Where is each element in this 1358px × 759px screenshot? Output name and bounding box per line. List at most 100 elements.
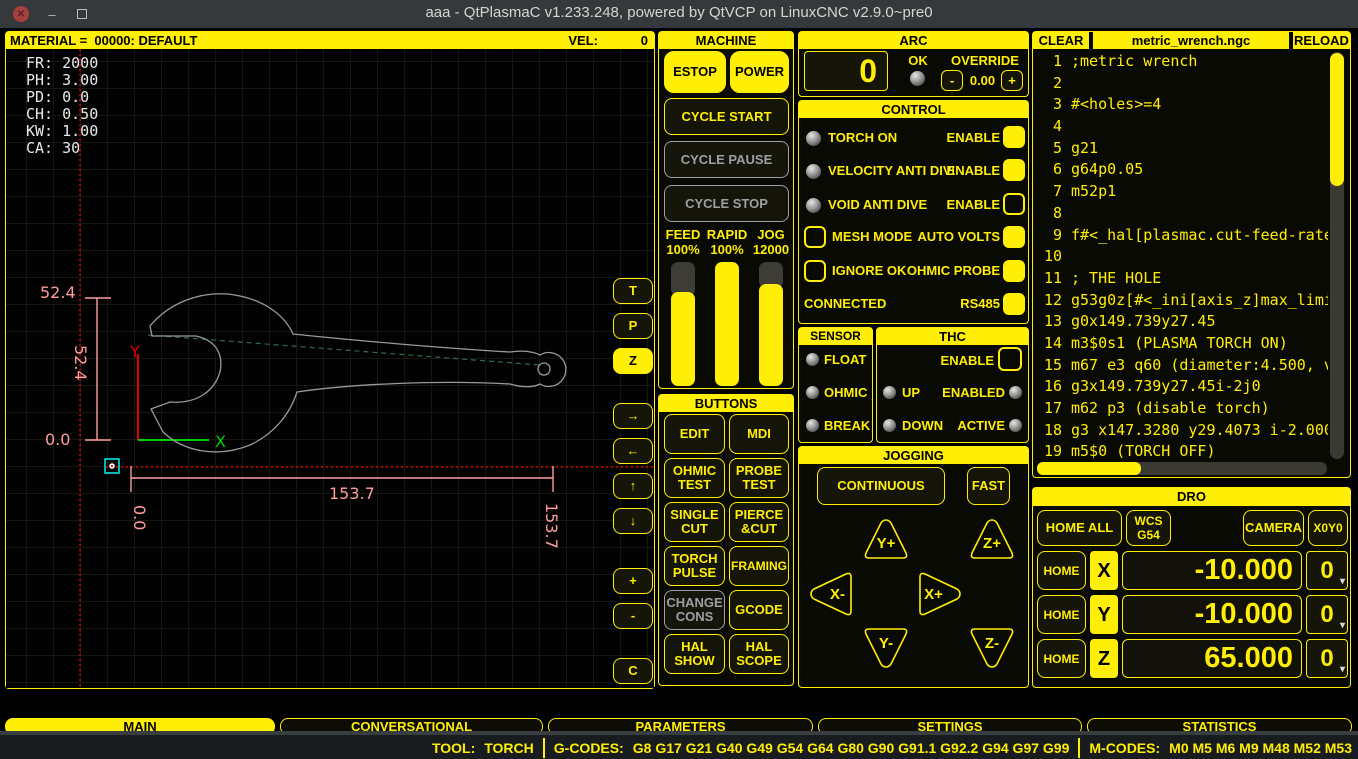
z-zero-label: 0 <box>1320 652 1333 666</box>
ohmic-test-button[interactable]: OHMIC TEST <box>664 458 725 498</box>
jog-z-minus-label: Z- <box>985 635 999 652</box>
zoom-in-button[interactable]: + <box>613 568 653 594</box>
jog-fast-button[interactable]: FAST <box>967 467 1010 505</box>
x0y0-button[interactable]: X0Y0 <box>1308 510 1348 546</box>
buttons-panel-header: BUTTONS <box>659 395 793 412</box>
gcode-line[interactable]: 12g53g0z[#<_ini[axis_z]max_limi <box>1038 290 1328 312</box>
view-perspective-button[interactable]: P <box>613 313 653 339</box>
x-zero-button[interactable]: 0 ▾ <box>1306 551 1348 590</box>
gcode-vertical-scrollbar[interactable] <box>1330 52 1344 459</box>
mdi-button[interactable]: MDI <box>729 414 789 454</box>
gcode-clear-button[interactable]: CLEAR <box>1033 32 1091 49</box>
gcode-line[interactable]: 16g3x149.739y27.45i-2j0 <box>1038 376 1328 398</box>
gcode-button[interactable]: GCODE <box>729 590 789 630</box>
view-z-button[interactable]: Z <box>613 348 653 374</box>
material-bar[interactable]: MATERIAL = 00000: DEFAULT VEL: 0 <box>6 32 654 49</box>
jog-slider[interactable] <box>759 262 783 386</box>
gcode-line[interactable]: 2 <box>1038 73 1328 95</box>
wcs-button[interactable]: WCS G54 <box>1126 510 1171 546</box>
gcode-vertical-scrollbar-thumb[interactable] <box>1330 53 1344 186</box>
gcode-line[interactable]: 3#<holes>=4 <box>1038 94 1328 116</box>
jog-y-plus-button[interactable]: Y+ <box>863 517 909 561</box>
view-top-button[interactable]: T <box>613 278 653 304</box>
home-x-button[interactable]: HOME <box>1037 551 1086 590</box>
single-cut-button[interactable]: SINGLE CUT <box>664 502 725 542</box>
gcode-line[interactable]: 14m3$0s1 (PLASMA TORCH ON) <box>1038 333 1328 355</box>
gcode-line[interactable]: 11; THE HOLE <box>1038 268 1328 290</box>
gcode-line[interactable]: 13g0x149.739y27.45 <box>1038 311 1328 333</box>
cycle-pause-button[interactable]: CYCLE PAUSE <box>664 141 789 178</box>
jog-z-minus-button[interactable]: Z- <box>969 626 1015 670</box>
jog-y-plus-label: Y+ <box>877 535 896 552</box>
y-zero-button[interactable]: 0 ▾ <box>1306 595 1348 634</box>
torch-enable-checkbox[interactable] <box>1003 126 1025 148</box>
gcode-line[interactable]: 15m67 e3 q60 (diameter:4.500, v <box>1038 355 1328 377</box>
dimension-lines <box>85 298 553 492</box>
ignore-ok-checkbox[interactable] <box>804 260 826 282</box>
arc-override-plus-button[interactable]: + <box>1001 70 1023 91</box>
zoom-out-button[interactable]: - <box>613 603 653 629</box>
gcode-line[interactable]: 19m5$0 (TORCH OFF) <box>1038 441 1328 462</box>
thc-enable-checkbox[interactable] <box>998 347 1022 371</box>
jog-y-minus-button[interactable]: Y- <box>863 626 909 670</box>
gcode-line[interactable]: 4 <box>1038 116 1328 138</box>
framing-button[interactable]: FRAMING <box>729 546 789 586</box>
pan-down-button[interactable]: ↓ <box>613 508 653 534</box>
edit-button[interactable]: EDIT <box>664 414 725 454</box>
pan-left-button[interactable]: ← <box>613 438 653 464</box>
rapid-slider[interactable] <box>715 262 739 386</box>
gcode-preview-canvas[interactable]: FR: 2000 PH: 3.00 PD: 0.0 CH: 0.50 KW: 1… <box>6 49 654 688</box>
gcode-line-text: g0x149.739y27.45 <box>1071 311 1216 333</box>
torch-pulse-button[interactable]: TORCH PULSE <box>664 546 725 586</box>
mesh-mode-checkbox[interactable] <box>804 226 826 248</box>
z-axis-button[interactable]: Z <box>1090 639 1118 678</box>
x-axis-button[interactable]: X <box>1090 551 1118 590</box>
feed-slider[interactable] <box>671 262 695 386</box>
clear-view-button[interactable]: C <box>613 658 653 684</box>
thc-up-led <box>883 386 896 399</box>
cycle-start-button[interactable]: CYCLE START <box>664 98 789 135</box>
jog-x-minus-button[interactable]: X- <box>808 571 856 617</box>
home-y-button[interactable]: HOME <box>1037 595 1086 634</box>
pan-up-button[interactable]: ↑ <box>613 473 653 499</box>
gcode-line[interactable]: 9f#<_hal[plasmac.cut-feed-rate <box>1038 225 1328 247</box>
ohmic-probe-checkbox[interactable] <box>1003 260 1025 282</box>
gcode-line[interactable]: 18g3 x147.3280 y29.4073 i-2.000 <box>1038 420 1328 442</box>
power-button[interactable]: POWER <box>730 51 789 93</box>
pan-right-button[interactable]: → <box>613 403 653 429</box>
z-zero-button[interactable]: 0 ▾ <box>1306 639 1348 678</box>
velocity-enable-checkbox[interactable] <box>1003 159 1025 181</box>
gcode-line[interactable]: 10 <box>1038 246 1328 268</box>
gcode-line-number: 2 <box>1038 73 1062 95</box>
arc-override-minus-button[interactable]: - <box>941 70 963 91</box>
gcode-horizontal-scrollbar-thumb[interactable] <box>1037 462 1141 475</box>
cycle-stop-button[interactable]: CYCLE STOP <box>664 185 789 222</box>
gcode-reload-button[interactable]: RELOAD <box>1291 32 1350 49</box>
thc-enabled-label: ENABLED <box>925 385 1005 400</box>
hal-scope-button[interactable]: HAL SCOPE <box>729 634 789 674</box>
gcode-line[interactable]: 6g64p0.05 <box>1038 159 1328 181</box>
pierce-cut-button[interactable]: PIERCE &CUT <box>729 502 789 542</box>
gcode-listing[interactable]: 1;metric wrench 2 3#<holes>=4 4 5g21 6g6… <box>1038 51 1328 462</box>
jog-z-plus-button[interactable]: Z+ <box>969 517 1015 561</box>
hal-show-button[interactable]: HAL SHOW <box>664 634 725 674</box>
estop-button[interactable]: ESTOP <box>664 51 726 93</box>
home-all-button[interactable]: HOME ALL <box>1037 510 1122 546</box>
gcode-line[interactable]: 5g21 <box>1038 138 1328 160</box>
void-enable-checkbox[interactable] <box>1003 193 1025 215</box>
jog-continuous-button[interactable]: CONTINUOUS <box>817 467 945 505</box>
change-consumables-button[interactable]: CHANGE CONS <box>664 590 725 630</box>
auto-volts-checkbox[interactable] <box>1003 226 1025 248</box>
thc-active-label: ACTIVE <box>930 418 1005 433</box>
home-z-button[interactable]: HOME <box>1037 639 1086 678</box>
y-axis-button[interactable]: Y <box>1090 595 1118 634</box>
camera-button[interactable]: CAMERA <box>1243 510 1304 546</box>
gcode-line[interactable]: 8 <box>1038 203 1328 225</box>
probe-test-button[interactable]: PROBE TEST <box>729 458 789 498</box>
gcode-line[interactable]: 7m52p1 <box>1038 181 1328 203</box>
jog-x-plus-button[interactable]: X+ <box>915 571 963 617</box>
gcode-line[interactable]: 1;metric wrench <box>1038 51 1328 73</box>
rs485-checkbox[interactable] <box>1003 293 1025 315</box>
gcode-horizontal-scrollbar[interactable] <box>1037 462 1327 475</box>
gcode-line[interactable]: 17m62 p3 (disable torch) <box>1038 398 1328 420</box>
